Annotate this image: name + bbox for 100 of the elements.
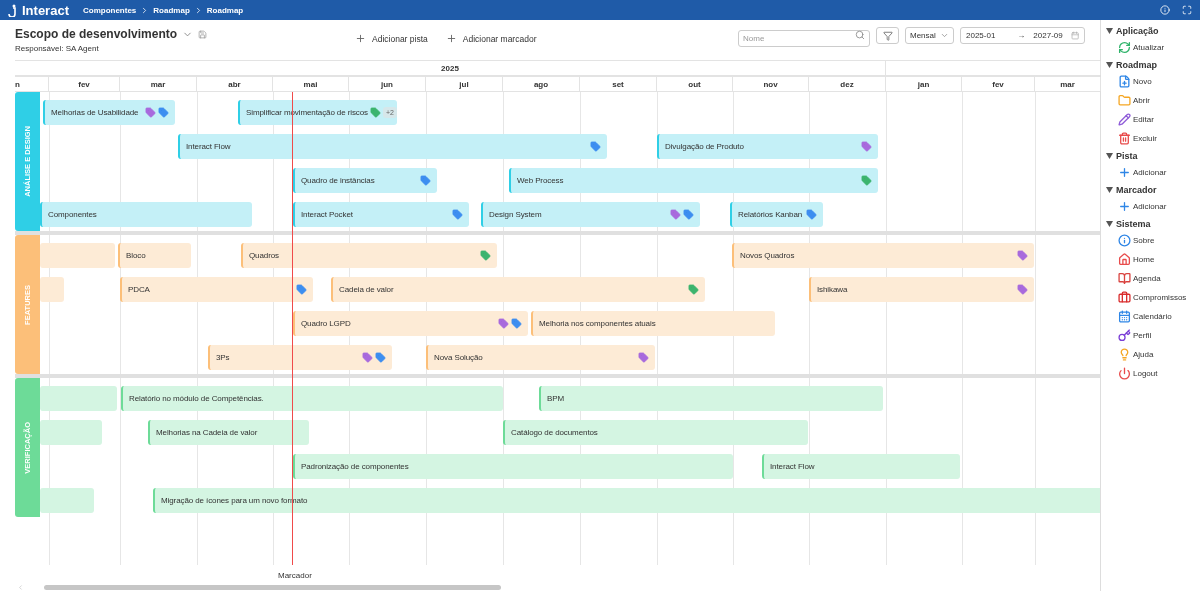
bar-title: Melhoria nos componentes atuais: [539, 319, 657, 328]
scrollbar-thumb[interactable]: [44, 584, 501, 590]
sidebar-item[interactable]: Logout: [1106, 365, 1200, 381]
logo-icon: [8, 3, 19, 17]
bar-title: Relatório no módulo de Competências.: [129, 394, 265, 403]
sidebar-item[interactable]: Calendário: [1106, 308, 1200, 324]
sidebar-item[interactable]: Home: [1106, 251, 1200, 267]
sidebar-item[interactable]: Sobre: [1106, 232, 1200, 248]
bar-title: Quadro LGPD: [301, 319, 352, 328]
sidebar-group[interactable]: Pista: [1106, 151, 1200, 161]
roadmap-bar[interactable]: Relatório no módulo de Competências.: [121, 386, 503, 411]
roadmap-bar[interactable]: Interact Flow: [178, 134, 607, 159]
roadmap-bar[interactable]: Quadros: [241, 243, 497, 268]
roadmap-bar[interactable]: Relatórios Kanban: [730, 202, 823, 227]
roadmap-bar[interactable]: Interact Pocket: [293, 202, 469, 227]
sidebar-item[interactable]: Compromissos: [1106, 289, 1200, 305]
lightbulb-icon: [1118, 347, 1131, 361]
month-header: n: [15, 77, 49, 91]
add-button[interactable]: Adicionar marcador: [445, 33, 537, 44]
roadmap-bar[interactable]: Ishikawa: [809, 277, 1034, 302]
power-icon: [1118, 366, 1131, 380]
roadmap-bar[interactable]: [40, 386, 117, 411]
sidebar-item[interactable]: Perfil: [1106, 327, 1200, 343]
fullscreen-icon[interactable]: [1182, 5, 1192, 15]
search-field[interactable]: Nome: [738, 30, 870, 47]
roadmap-bar[interactable]: Divulgação de Produto: [657, 134, 878, 159]
sidebar-item[interactable]: Excluir: [1106, 130, 1200, 146]
view-select[interactable]: Mensal: [905, 27, 954, 44]
roadmap-bar[interactable]: [40, 488, 94, 513]
roadmap-bar[interactable]: Interact Flow: [762, 454, 960, 479]
roadmap-bar[interactable]: Catálogo de documentos: [503, 420, 808, 445]
scroll-left-icon[interactable]: [17, 583, 24, 591]
breadcrumb-link[interactable]: Componentes: [82, 5, 137, 15]
month-header: abr: [197, 77, 273, 91]
app-logo: Interact: [22, 2, 69, 18]
roadmap-bar[interactable]: Melhorias na Cadeia de valor: [148, 420, 309, 445]
sidebar-group[interactable]: Roadmap: [1106, 60, 1200, 70]
sidebar-item[interactable]: Atualizar: [1106, 39, 1200, 55]
roadmap-bar[interactable]: Quadro LGPD: [293, 311, 528, 336]
marker-label: Marcador: [278, 571, 312, 580]
plus-icon: [445, 33, 457, 44]
plus-icon: [1118, 199, 1131, 213]
bar-title: Cadeia de valor: [339, 285, 395, 294]
bar-title: Quadro de instâncias: [301, 176, 376, 185]
roadmap-bar[interactable]: Quadro de instâncias: [293, 168, 437, 193]
sidebar-item[interactable]: Adicionar: [1106, 164, 1200, 180]
month-header: dez: [809, 77, 886, 91]
roadmap-bar[interactable]: Novos Quadros: [732, 243, 1034, 268]
breadcrumb-link[interactable]: Roadmap: [153, 5, 190, 15]
filter-icon: [882, 30, 893, 41]
sidebar-item[interactable]: Ajuda: [1106, 346, 1200, 362]
roadmap-bar[interactable]: Cadeia de valor: [331, 277, 705, 302]
sidebar-group[interactable]: Aplicação: [1106, 26, 1200, 36]
roadmap-bar[interactable]: Design System: [481, 202, 700, 227]
save-icon[interactable]: [198, 29, 208, 39]
sidebar-item[interactable]: Agenda: [1106, 270, 1200, 286]
bar-title: 3Ps: [216, 353, 231, 362]
roadmap-bar[interactable]: [40, 420, 102, 445]
bar-title: Interact Pocket: [301, 210, 354, 219]
month-header: jul: [426, 77, 503, 91]
add-button[interactable]: Adicionar pista: [355, 33, 428, 44]
marker-line[interactable]: [292, 92, 293, 565]
roadmap-bar[interactable]: BPM: [539, 386, 883, 411]
bar-title: Melhorias de Usabilidade: [51, 108, 140, 117]
bar-title: Melhorias na Cadeia de valor: [156, 428, 259, 437]
sidebar-item[interactable]: Editar: [1106, 111, 1200, 127]
sidebar-item[interactable]: Abrir: [1106, 92, 1200, 108]
roadmap-bar[interactable]: PDCA: [120, 277, 313, 302]
date-range-field[interactable]: 2025-01 → 2027-09: [960, 27, 1085, 44]
info-icon[interactable]: [1160, 5, 1170, 15]
roadmap-bar[interactable]: Melhorias de Usabilidade: [43, 100, 175, 125]
roadmap-bar[interactable]: Componentes: [40, 202, 252, 227]
roadmap-bar[interactable]: 3Ps: [208, 345, 392, 370]
roadmap-bar[interactable]: [40, 243, 115, 268]
bar-title: BPM: [547, 394, 566, 403]
sidebar-group[interactable]: Marcador: [1106, 185, 1200, 195]
roadmap-bar[interactable]: Nova Solução: [426, 345, 655, 370]
breadcrumb-link[interactable]: Roadmap: [206, 5, 244, 15]
sidebar-item[interactable]: Novo: [1106, 73, 1200, 89]
roadmap-bar[interactable]: Melhoria nos componentes atuais: [531, 311, 775, 336]
month-header: nov: [733, 77, 809, 91]
roadmap-bar[interactable]: [40, 277, 64, 302]
briefcase-icon: [1118, 290, 1131, 304]
triangle-icon: [1106, 28, 1113, 34]
roadmap-title: Escopo de desenvolvimento: [15, 27, 178, 41]
plus-icon: [355, 33, 366, 44]
sidebar-group[interactable]: Sistema: [1106, 219, 1200, 229]
roadmap-bar[interactable]: Web Process: [509, 168, 878, 193]
triangle-icon: [1106, 187, 1113, 193]
trash-icon: [1118, 131, 1131, 145]
month-header: mai: [273, 77, 349, 91]
filter-button[interactable]: [876, 27, 899, 44]
pencil-icon: [1118, 112, 1131, 126]
roadmap-bar[interactable]: Bloco: [118, 243, 191, 268]
triangle-icon: [1106, 153, 1113, 159]
bar-title: Relatórios Kanban: [738, 210, 804, 219]
sidebar-item[interactable]: Adicionar: [1106, 198, 1200, 214]
roadmap-bar[interactable]: Padronização de componentes: [293, 454, 733, 479]
bar-title: Catálogo de documentos: [511, 428, 599, 437]
bar-title: Design System: [489, 210, 543, 219]
